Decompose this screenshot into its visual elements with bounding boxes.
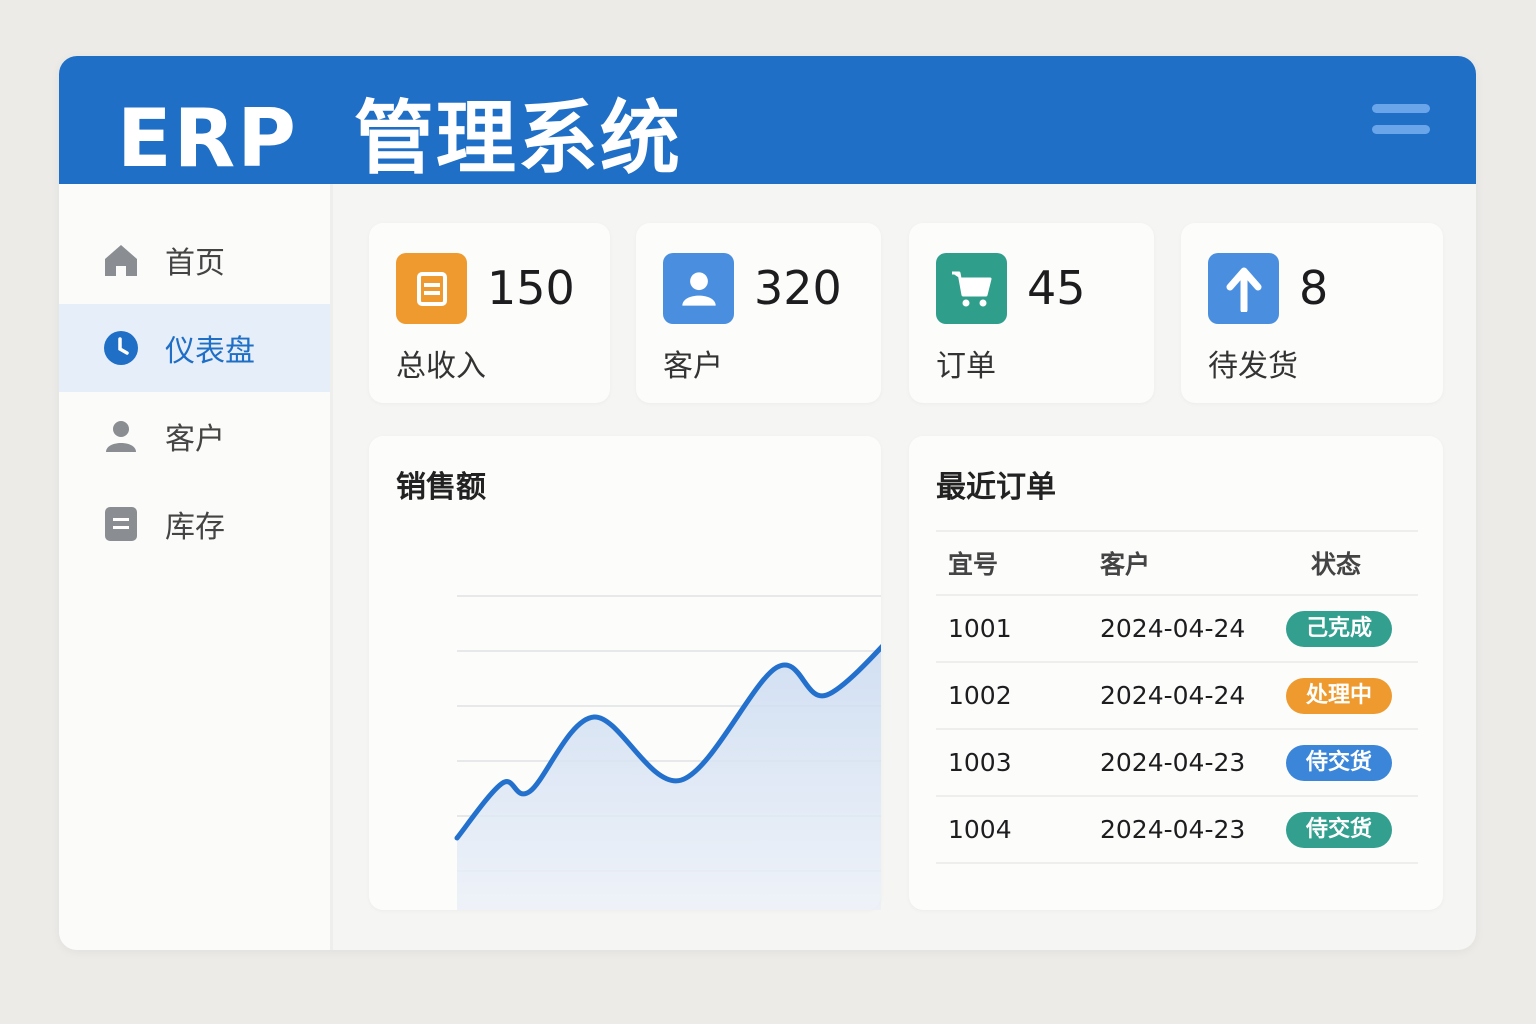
title-cn: 管理系统 [353,92,682,185]
home-icon [101,240,141,280]
stat-card-revenue: 150 总收入 [369,223,610,403]
sidebar-item-label: 仪表盘 [165,334,255,369]
recent-orders-card: 最近订单 宜号 客户 状态 1001 2024-04-24 己克成 1002 2024-… [909,436,1443,910]
orders-table: 宜号 客户 状态 1001 2024-04-24 己克成 1002 2024-04-24… [936,530,1418,864]
order-date: 2024-04-23 [1088,728,1274,796]
table-row[interactable]: 1001 2024-04-24 己克成 [936,594,1418,662]
order-id: 1003 [936,728,1088,796]
stat-value: 150 [487,261,575,315]
stat-card-orders: 45 订单 [909,223,1154,403]
column-header-customer: 客户 [1088,530,1274,595]
stat-card-customers: 320 客户 [636,223,881,403]
sidebar-item-label: 首页 [165,246,225,281]
table-row[interactable]: 1002 2024-04-24 处理中 [936,661,1418,729]
arrow-up-icon [1208,253,1279,324]
status-badge: 侍交货 [1286,744,1392,781]
user-icon [101,416,141,456]
recent-orders-title: 最近订单 [936,470,1056,505]
clock-icon [101,328,141,368]
order-id: 1004 [936,795,1088,864]
app-window: ERP 管理系统 首页 仪表盘 客户 库存 150 总收入 320 客户 45 订… [59,56,1476,950]
sales-area [457,647,881,910]
status-badge: 侍交货 [1286,811,1392,848]
stat-label: 客户 [663,349,723,384]
stat-value: 8 [1299,261,1329,315]
stat-value: 45 [1027,261,1086,315]
stat-label: 订单 [936,349,996,384]
status-cell: 己克成 [1274,594,1418,662]
column-header-id: 宜号 [936,530,1088,595]
order-date: 2024-04-24 [1088,661,1274,729]
stat-card-pending: 8 待发货 [1181,223,1443,403]
sidebar: 首页 仪表盘 客户 库存 [59,184,333,950]
table-row[interactable]: 1004 2024-04-23 侍交货 [936,795,1418,864]
user-icon [663,253,734,324]
column-header-status: 状态 [1274,530,1418,595]
sidebar-item-dashboard[interactable]: 仪表盘 [59,304,330,392]
title-en: ERP [117,92,298,185]
status-cell: 侍交货 [1274,795,1418,864]
sidebar-item-home[interactable]: 首页 [59,216,330,304]
status-badge: 处理中 [1286,677,1392,714]
sidebar-item-label: 库存 [165,510,225,545]
app-title: ERP 管理系统 [117,74,738,190]
sales-card: 销售额 [369,436,881,910]
document-icon [101,504,141,544]
stat-value: 320 [754,261,842,315]
hamburger-icon[interactable] [1372,104,1430,146]
stat-label: 待发货 [1208,349,1298,384]
sidebar-item-label: 客户 [165,422,225,457]
status-cell: 处理中 [1274,661,1418,729]
order-id: 1002 [936,661,1088,729]
status-cell: 侍交货 [1274,728,1418,796]
sidebar-item-customers[interactable]: 客户 [59,392,330,480]
header: ERP 管理系统 [59,56,1476,185]
stat-label: 总收入 [396,349,486,384]
sales-chart [454,595,881,910]
ledger-icon [396,253,467,324]
order-date: 2024-04-24 [1088,594,1274,662]
order-id: 1001 [936,594,1088,662]
table-row[interactable]: 1003 2024-04-23 侍交货 [936,728,1418,796]
order-date: 2024-04-23 [1088,795,1274,864]
status-badge: 己克成 [1286,610,1392,647]
sidebar-item-inventory[interactable]: 库存 [59,480,330,568]
cart-icon [936,253,1007,324]
